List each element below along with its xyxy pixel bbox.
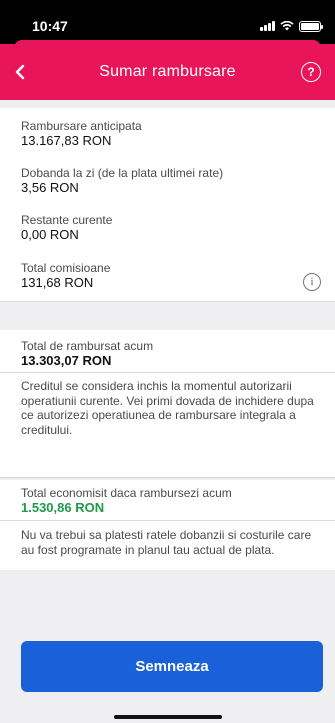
summary-label: Dobanda la zi (de la plata ultimei rate) [21,166,224,180]
savings-note-row: Nu va trebui sa platesti ratele dobanzii… [21,528,321,557]
divider [0,372,335,373]
summary-value: 13.167,83 RON [21,133,112,148]
cellular-signal-icon [260,21,275,31]
total-note: Creditul se considera inchis la momentul… [21,379,314,437]
sign-button[interactable]: Semneaza [21,641,323,692]
summary-value: 3,56 RON [21,180,79,195]
screen: 10:47 Sumar rambursare ? Rambursare anti… [0,0,335,723]
savings-label: Total economisit daca rambursezi acum [21,486,232,500]
summary-row-interest: Dobanda la zi (de la plata ultimei rate)… [21,166,321,196]
app-header: Sumar rambursare ? [0,40,335,100]
savings-row: Total economisit daca rambursezi acum 1.… [21,486,321,516]
summary-row-fees: Total comisioane 131,68 RON [21,261,321,291]
total-card: Total de rambursat acum 13.303,07 RON Cr… [0,330,335,478]
summary-value: 0,00 RON [21,227,79,242]
total-value: 13.303,07 RON [21,353,112,368]
savings-note: Nu va trebui sa platesti ratele dobanzii… [21,528,312,557]
summary-label: Rambursare anticipata [21,119,142,133]
help-button[interactable]: ? [301,62,321,82]
divider [0,520,335,521]
home-indicator [114,715,222,719]
summary-label: Total comisioane [21,261,111,275]
info-icon[interactable]: i [303,273,321,291]
help-circle-icon: ? [307,65,315,79]
summary-row-arrears: Restante curente 0,00 RON [21,213,321,243]
summary-value: 131,68 RON [21,275,94,290]
summary-label: Restante curente [21,213,113,227]
page-title: Sumar rambursare [99,63,236,80]
battery-icon [299,20,323,32]
summary-card: Rambursare anticipata 13.167,83 RON Doba… [0,108,335,302]
savings-card: Total economisit daca rambursezi acum 1.… [0,480,335,570]
header-top-edge [14,40,321,50]
status-bar: 10:47 [0,0,335,44]
status-icons [260,20,323,32]
total-note-row: Creditul se considera inchis la momentul… [21,379,315,437]
total-label: Total de rambursat acum [21,339,154,353]
status-time: 10:47 [32,18,68,34]
summary-row-early-repayment: Rambursare anticipata 13.167,83 RON [21,119,321,149]
wifi-icon [280,21,294,31]
total-row: Total de rambursat acum 13.303,07 RON [21,339,321,369]
savings-value: 1.530,86 RON [21,500,105,515]
